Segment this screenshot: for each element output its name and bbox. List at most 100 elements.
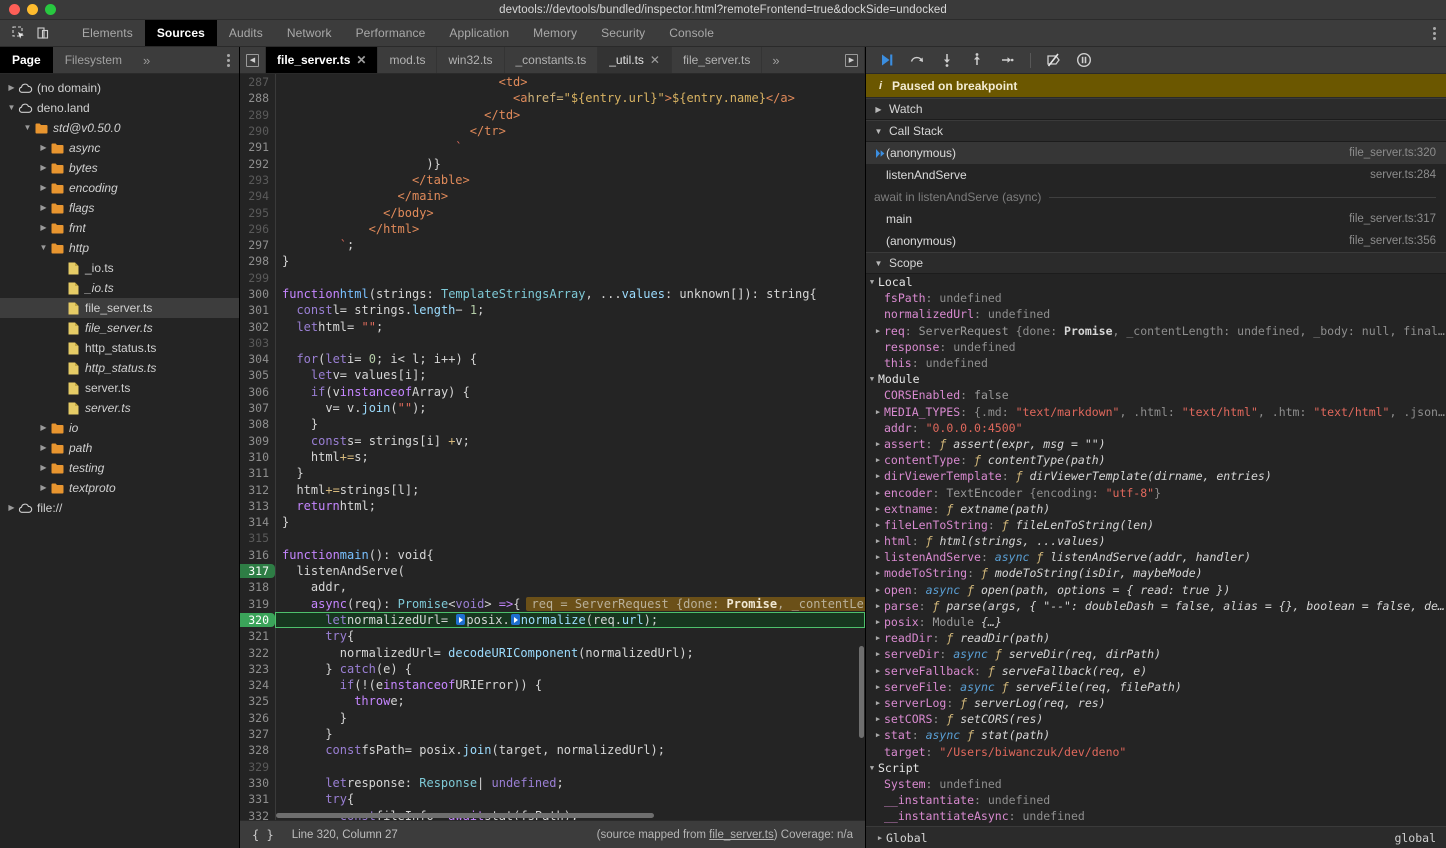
- line-number[interactable]: 326: [240, 711, 275, 725]
- code-line[interactable]: 318addr,: [240, 579, 865, 595]
- file-tree[interactable]: ▶(no domain)▼deno.land▼std@v0.50.0▶async…: [0, 74, 239, 848]
- code-line[interactable]: 329: [240, 758, 865, 774]
- line-number[interactable]: 298: [240, 254, 275, 268]
- line-number[interactable]: 330: [240, 776, 275, 790]
- code-line[interactable]: 330let response: Response | undefined;: [240, 775, 865, 791]
- scrollbar-thumb[interactable]: [276, 813, 654, 818]
- tab-sources[interactable]: Sources: [145, 20, 217, 46]
- scope-group-header[interactable]: ▼Module: [866, 371, 1446, 387]
- tree-item[interactable]: ▶path: [0, 438, 239, 458]
- main-menu-button[interactable]: [1427, 20, 1446, 46]
- chevron-right-icon[interactable]: ▶: [872, 650, 884, 658]
- call-stack-frame[interactable]: listenAndServeserver.ts:284: [866, 164, 1446, 186]
- code-line[interactable]: 308}: [240, 416, 865, 432]
- line-number[interactable]: 310: [240, 450, 275, 464]
- call-stack-section-header[interactable]: ▼ Call Stack: [866, 120, 1446, 142]
- code-line[interactable]: 325throw e;: [240, 693, 865, 709]
- close-window-button[interactable]: [9, 4, 20, 15]
- line-number[interactable]: 288: [240, 91, 275, 105]
- chevron-right-icon[interactable]: ▶: [872, 472, 884, 480]
- tree-item[interactable]: server.ts: [0, 398, 239, 418]
- line-number[interactable]: 297: [240, 238, 275, 252]
- code-line[interactable]: 314}: [240, 514, 865, 530]
- chevron-right-icon[interactable]: ▶: [872, 569, 884, 577]
- line-number[interactable]: 332: [240, 809, 275, 821]
- code-line[interactable]: 305let v = values[i];: [240, 367, 865, 383]
- scope-property[interactable]: ▶serveFallback: ƒ serveFallback(req, e): [866, 663, 1446, 679]
- line-number[interactable]: 308: [240, 417, 275, 431]
- device-toolbar-icon[interactable]: [32, 23, 54, 43]
- code-line[interactable]: 328const fsPath = posix.join(target, nor…: [240, 742, 865, 758]
- chevron-right-icon[interactable]: ▶: [872, 586, 884, 594]
- chevron-right-icon[interactable]: ▶: [872, 440, 884, 448]
- editor-tab-mod-ts[interactable]: mod.ts: [378, 47, 437, 73]
- code-editor[interactable]: 287<td>288<a href="${entry.url}">${entry…: [240, 74, 865, 820]
- line-number[interactable]: 304: [240, 352, 275, 366]
- line-number[interactable]: 287: [240, 75, 275, 89]
- line-number[interactable]: 320: [240, 613, 275, 627]
- deactivate-breakpoints-icon[interactable]: [1041, 50, 1067, 71]
- tree-item[interactable]: ▶async: [0, 138, 239, 158]
- chevron-right-icon[interactable]: ▶: [872, 715, 884, 723]
- show-debugger-button[interactable]: ▶: [839, 47, 865, 73]
- inspect-element-icon[interactable]: [8, 23, 30, 43]
- line-number[interactable]: 313: [240, 499, 275, 513]
- chevron-right-icon[interactable]: ▶: [872, 667, 884, 675]
- chevron-right-icon[interactable]: ▶: [6, 84, 17, 92]
- line-number[interactable]: 327: [240, 727, 275, 741]
- code-line[interactable]: 287<td>: [240, 74, 865, 90]
- line-number[interactable]: 305: [240, 368, 275, 382]
- line-number[interactable]: 302: [240, 320, 275, 334]
- line-number[interactable]: 329: [240, 760, 275, 774]
- tab-security[interactable]: Security: [589, 20, 657, 46]
- code-line[interactable]: 319async (req): Promise<void> => {req = …: [240, 596, 865, 612]
- chevron-right-icon[interactable]: ▶: [6, 504, 17, 512]
- code-line[interactable]: 327}: [240, 726, 865, 742]
- code-line[interactable]: 313return html;: [240, 498, 865, 514]
- window-controls[interactable]: [0, 4, 56, 15]
- editor-tab-win32-ts[interactable]: win32.ts: [437, 47, 504, 73]
- line-number[interactable]: 324: [240, 678, 275, 692]
- chevron-right-icon[interactable]: ▶: [38, 184, 49, 192]
- source-code[interactable]: 287<td>288<a href="${entry.url}">${entry…: [240, 74, 865, 820]
- code-line[interactable]: 299: [240, 270, 865, 286]
- tree-item[interactable]: http_status.ts: [0, 338, 239, 358]
- chevron-right-icon[interactable]: ▶: [872, 683, 884, 691]
- chevron-right-icon[interactable]: ▶: [38, 144, 49, 152]
- scope-property[interactable]: ▶req: ServerRequest {done: Promise, _con…: [866, 323, 1446, 339]
- line-number[interactable]: 318: [240, 580, 275, 594]
- scrollbar-thumb[interactable]: [859, 646, 864, 738]
- line-number[interactable]: 312: [240, 483, 275, 497]
- scope-property[interactable]: ▶readDir: ƒ readDir(path): [866, 630, 1446, 646]
- code-line[interactable]: 297`;: [240, 237, 865, 253]
- maximize-window-button[interactable]: [45, 4, 56, 15]
- scope-property[interactable]: ▶MEDIA_TYPES: {.md: "text/markdown", .ht…: [866, 404, 1446, 420]
- resume-script-icon[interactable]: [874, 50, 900, 71]
- editor-horizontal-scrollbar[interactable]: [276, 813, 857, 820]
- line-number[interactable]: 294: [240, 189, 275, 203]
- watch-section-header[interactable]: ▶ Watch: [866, 98, 1446, 120]
- line-number[interactable]: 322: [240, 646, 275, 660]
- code-line[interactable]: 298}: [240, 253, 865, 269]
- chevron-right-icon[interactable]: ▶: [872, 731, 884, 739]
- line-number[interactable]: 328: [240, 743, 275, 757]
- code-line[interactable]: 302let html = "";: [240, 318, 865, 334]
- scope-property[interactable]: ▶dirViewerTemplate: ƒ dirViewerTemplate(…: [866, 468, 1446, 484]
- chevron-down-icon[interactable]: ▼: [38, 244, 49, 252]
- code-line[interactable]: 321try {: [240, 628, 865, 644]
- tab-performance[interactable]: Performance: [344, 20, 438, 46]
- nav-tab-page[interactable]: Page: [0, 47, 53, 73]
- editor-tab-util-ts[interactable]: _util.ts ✕: [598, 47, 672, 73]
- chevron-right-icon[interactable]: ▶: [38, 444, 49, 452]
- code-line[interactable]: 289</td>: [240, 107, 865, 123]
- chevron-down-icon[interactable]: ▼: [6, 104, 17, 112]
- scope-property[interactable]: ▶parse: ƒ parse(args, { "--": doubleDash…: [866, 598, 1446, 614]
- scope-property[interactable]: ▶fsPath: undefined: [866, 290, 1446, 306]
- tree-item[interactable]: _io.ts: [0, 278, 239, 298]
- chevron-right-icon[interactable]: ▶: [872, 602, 884, 610]
- line-number[interactable]: 295: [240, 206, 275, 220]
- line-number[interactable]: 291: [240, 140, 275, 154]
- chevron-right-icon[interactable]: ▶: [38, 164, 49, 172]
- line-number[interactable]: 306: [240, 385, 275, 399]
- line-number[interactable]: 325: [240, 694, 275, 708]
